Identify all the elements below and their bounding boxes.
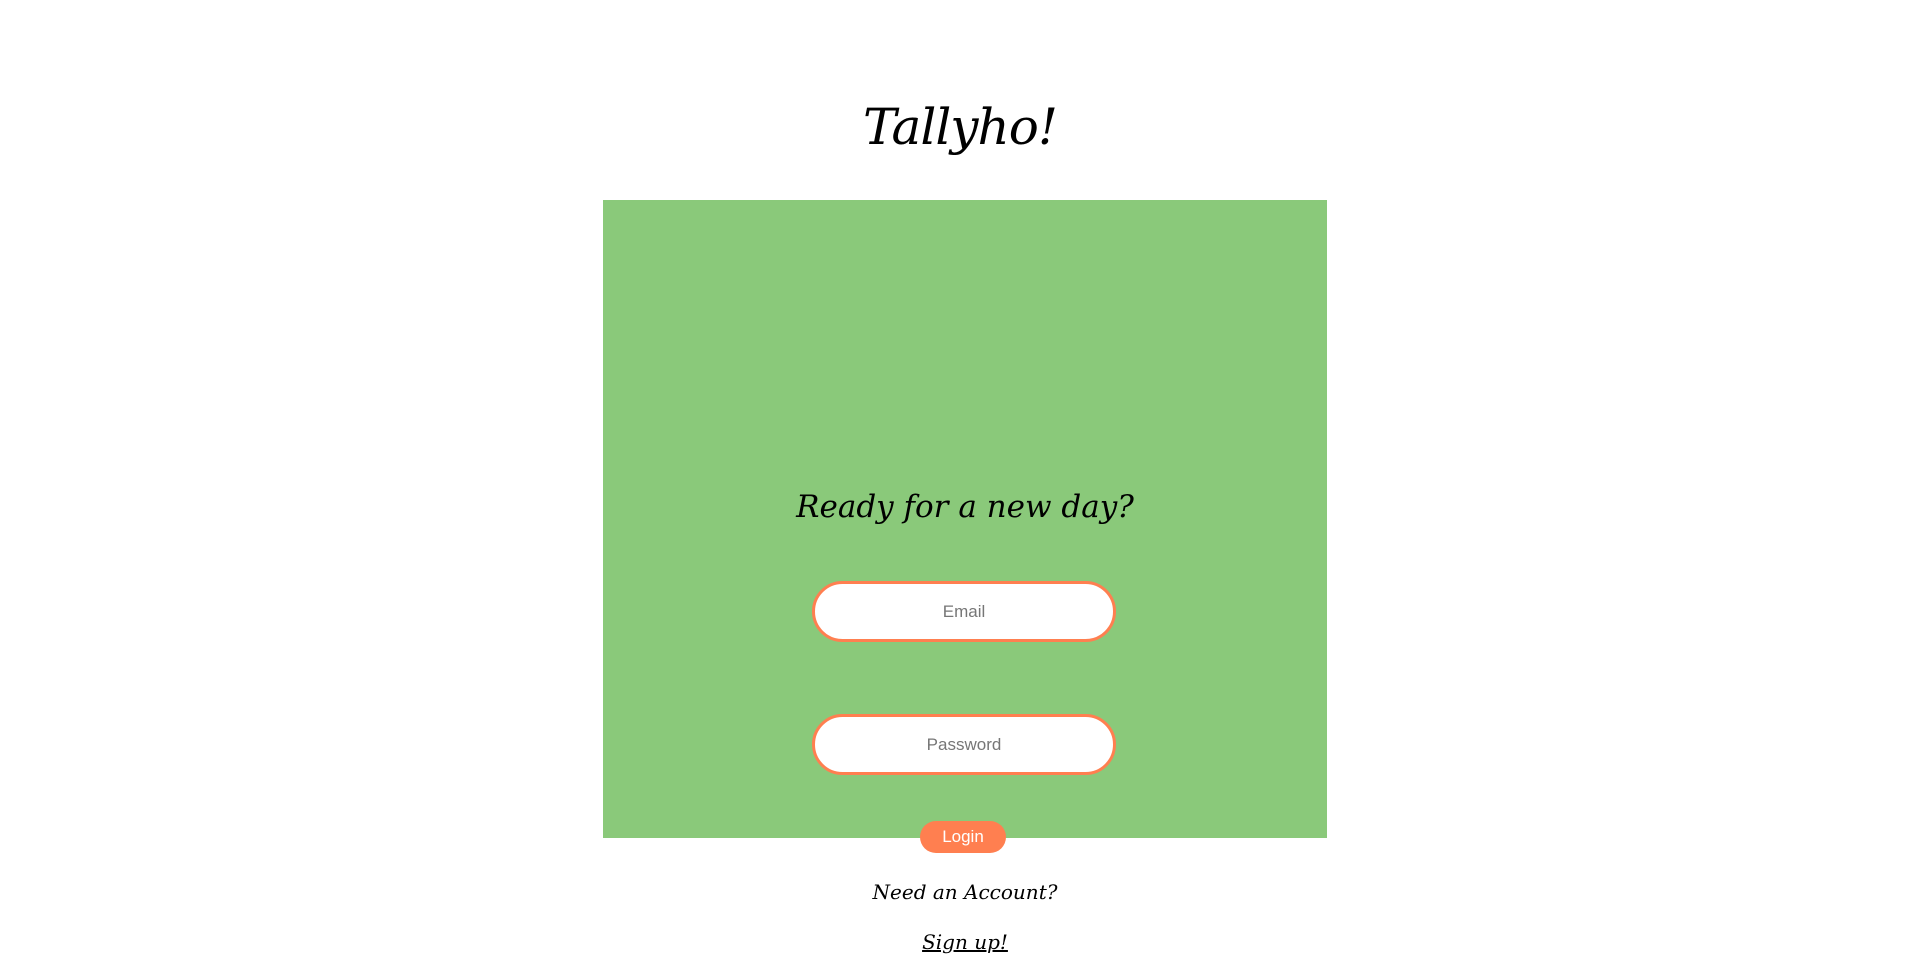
password-field[interactable] xyxy=(812,714,1116,775)
email-field[interactable] xyxy=(812,581,1116,642)
need-account-text: Need an Account? xyxy=(872,880,1058,904)
login-page: Tallyho! Ready for a new day? Login Need… xyxy=(0,0,1920,975)
signup-container: Sign up! xyxy=(603,927,1327,957)
login-button[interactable]: Login xyxy=(920,821,1006,853)
login-heading: Ready for a new day? xyxy=(796,489,1134,525)
app-title: Tallyho! xyxy=(863,98,1058,156)
login-card: Ready for a new day? Login Need an Accou… xyxy=(603,200,1327,954)
signup-link[interactable]: Sign up! xyxy=(922,930,1008,954)
